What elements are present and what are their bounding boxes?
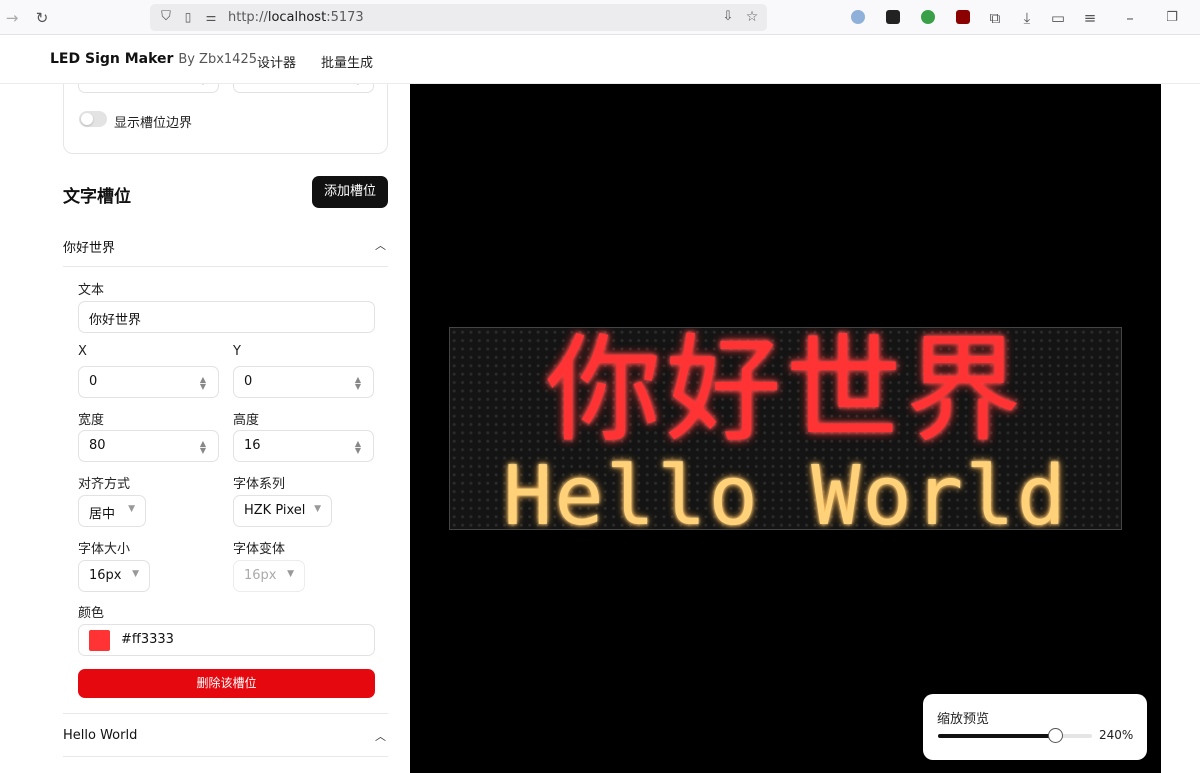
chevron-down-icon: ▼ — [314, 504, 321, 514]
stepper-icon[interactable]: ▲▼ — [353, 376, 363, 391]
slot-height-input[interactable]: 16 ▲ ▼ — [233, 430, 374, 462]
chevron-up-icon: ︿ — [375, 239, 386, 252]
extensions-icon[interactable]: ⧉ — [985, 8, 1005, 28]
show-bounds-label: 显示槽位边界 — [114, 116, 193, 131]
chevron-down-icon: ▼ — [132, 569, 139, 579]
panel-width-input[interactable]: 80 ▲▼ — [78, 84, 219, 93]
reload-icon[interactable]: ↻ — [32, 8, 52, 28]
slot-x-input[interactable]: 0 ▲ ▼ — [78, 366, 219, 398]
slot-accordion-header[interactable]: Hello World ︿ — [63, 713, 388, 757]
restore-icon[interactable]: ❐ — [1162, 8, 1182, 28]
chevron-down-icon: ▼ — [287, 569, 294, 579]
font-family-select[interactable]: HZK Pixel ▼ — [233, 495, 332, 527]
downloads-icon[interactable]: ⤓ — [1017, 8, 1037, 28]
panel-settings-card: 80 ▲▼ 24 ▲▼ 显示槽位边界 — [63, 84, 388, 154]
zoom-value: 240% — [1099, 728, 1134, 742]
zoom-slider[interactable] — [938, 728, 1092, 743]
menu-icon[interactable]: ≡ — [1080, 8, 1100, 28]
chevron-down-icon: ▼ — [128, 504, 135, 514]
browser-toolbar: → ↻ ⛉ ▯ ⚌ http://localhost:5173 ⇩ ☆ ⧉ ⤓ … — [0, 0, 1200, 35]
save-page-icon[interactable]: ⇩ — [718, 7, 738, 27]
color-input[interactable]: #ff3333 — [78, 624, 375, 656]
stepper-icon[interactable]: ▲▼ — [353, 84, 363, 86]
permissions-icon[interactable]: ⚌ — [201, 7, 221, 27]
panel-height-input[interactable]: 24 ▲▼ — [233, 84, 374, 93]
height-label: 高度 — [233, 413, 260, 428]
stepper-icon[interactable]: ▲▼ — [198, 440, 208, 455]
font-size-select[interactable]: 16px ▼ — [78, 560, 150, 592]
chevron-up-icon: ︿ — [375, 730, 386, 743]
font-variant-label: 字体变体 — [233, 542, 286, 557]
font-size-label: 字体大小 — [78, 542, 131, 557]
slot-text-input[interactable]: 你好世界 — [78, 301, 375, 333]
add-slot-button[interactable]: 添加槽位 — [312, 176, 388, 208]
right-gutter — [1161, 84, 1200, 773]
extension-icon[interactable] — [921, 10, 935, 24]
zoom-card: 缩放预览 240% — [923, 694, 1147, 760]
slot-width-input[interactable]: 80 ▲ ▼ — [78, 430, 219, 462]
align-select[interactable]: 居中 ▼ — [78, 495, 146, 527]
ublock-icon[interactable] — [956, 10, 970, 24]
sidebar-toggle-icon[interactable]: ▭ — [1048, 8, 1068, 28]
app-brand: LED Sign Maker By Zbx1425 — [50, 51, 257, 67]
slots-section-title: 文字槽位 — [63, 187, 131, 207]
bookmark-star-icon[interactable]: ☆ — [742, 7, 762, 27]
app-header: LED Sign Maker By Zbx1425 设计器 批量生成 — [0, 36, 1200, 84]
forward-icon[interactable]: → — [2, 8, 22, 28]
zoom-slider-fill — [938, 734, 1056, 738]
stepper-icon[interactable]: ▲▼ — [198, 376, 208, 391]
align-label: 对齐方式 — [78, 477, 131, 492]
extension-icon[interactable] — [886, 10, 900, 24]
extension-icon[interactable] — [851, 10, 865, 24]
slot-accordion-header[interactable]: 你好世界 ︿ — [63, 223, 388, 267]
shield-icon[interactable]: ⛉ — [156, 7, 176, 27]
zoom-label: 缩放预览 — [937, 712, 990, 727]
led-panel: 你好世界 Hello World — [449, 327, 1122, 530]
sidebar: 80 ▲▼ 24 ▲▼ 显示槽位边界 文字槽位 添加槽位 你好世界 ︿ 文本 你… — [0, 84, 410, 773]
x-label: X — [78, 344, 87, 359]
slot-title: Hello World — [63, 728, 138, 743]
color-swatch[interactable] — [89, 630, 110, 651]
zoom-slider-thumb[interactable] — [1048, 728, 1064, 743]
delete-slot-button[interactable]: 删除该槽位 — [78, 669, 375, 698]
led-text-line-2: Hello World — [502, 449, 1069, 530]
width-label: 宽度 — [78, 413, 105, 428]
font-family-label: 字体系列 — [233, 477, 286, 492]
color-label: 颜色 — [78, 606, 105, 621]
address-bar[interactable]: ⛉ ▯ ⚌ http://localhost:5173 ⇩ ☆ — [150, 4, 767, 31]
font-variant-select: 16px ▼ — [233, 560, 305, 592]
text-label: 文本 — [78, 283, 105, 298]
stepper-icon[interactable]: ▲▼ — [198, 84, 208, 86]
slot-y-input[interactable]: 0 ▲ ▼ — [233, 366, 374, 398]
minimize-icon[interactable]: – — [1120, 8, 1140, 28]
stepper-icon[interactable]: ▲▼ — [353, 440, 363, 455]
show-bounds-toggle[interactable] — [79, 111, 107, 127]
slot-title: 你好世界 — [63, 241, 116, 256]
nav-designer[interactable]: 设计器 — [257, 52, 296, 71]
url-text: http://localhost:5173 — [228, 10, 364, 25]
y-label: Y — [233, 344, 241, 359]
page-icon[interactable]: ▯ — [178, 7, 198, 27]
nav-batch[interactable]: 批量生成 — [321, 52, 373, 71]
led-text-line-1: 你好世界 — [545, 327, 1026, 458]
preview-area: 你好世界 Hello World 缩放预览 240% — [410, 84, 1161, 773]
